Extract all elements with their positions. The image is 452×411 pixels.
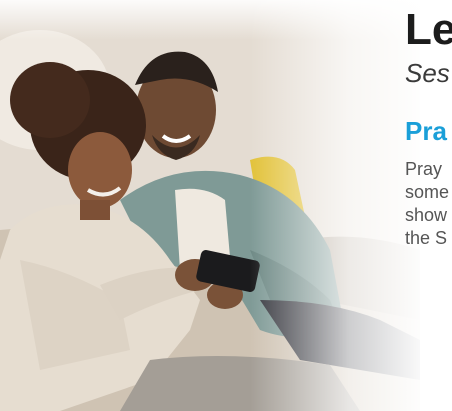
body-line: Pray <box>405 159 443 179</box>
page-subtitle: Ses <box>405 58 450 88</box>
hero-photo <box>0 0 420 411</box>
body-line: some <box>405 182 450 202</box>
page-title: Le <box>405 5 452 54</box>
section-body: Pray some show the S <box>405 158 449 250</box>
body-line: show <box>405 205 448 225</box>
section-title: Pra <box>405 116 447 146</box>
page: Le Ses Pra Pray some show the S <box>0 0 452 411</box>
body-line: the S <box>405 228 448 248</box>
photo-right-fade <box>250 0 420 411</box>
text-column: Le Ses Pra Pray some show the S <box>405 0 452 411</box>
